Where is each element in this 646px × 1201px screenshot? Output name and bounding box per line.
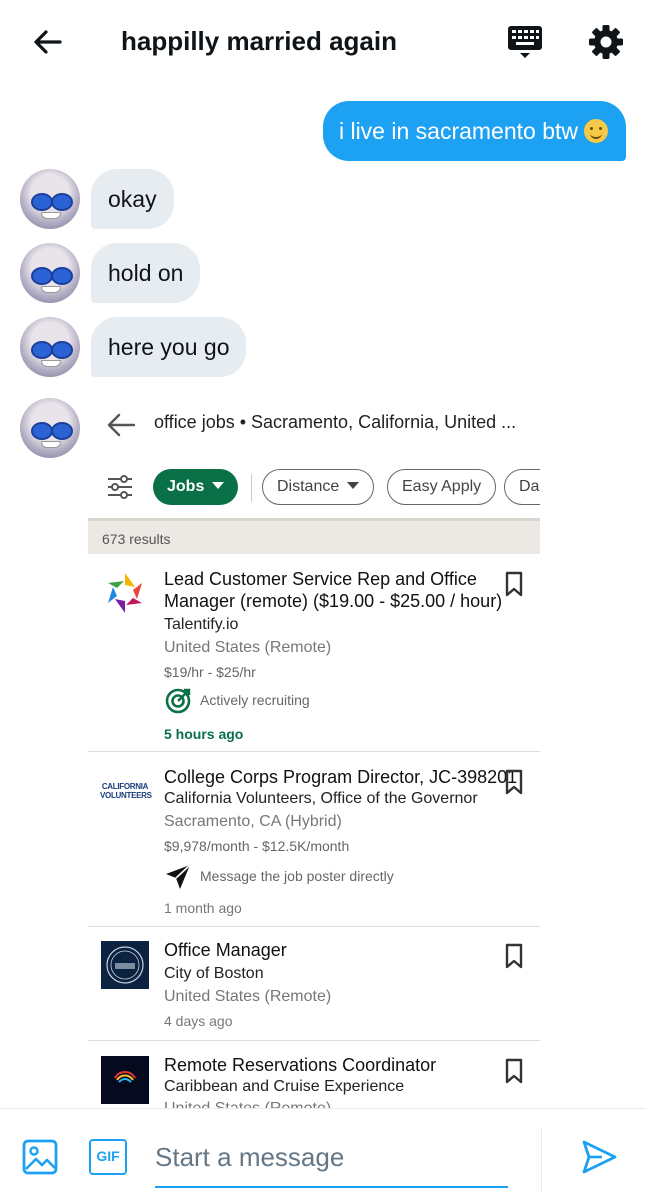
message-input[interactable]: Start a message	[155, 1128, 508, 1188]
job-insight: Message the job poster directly	[164, 862, 394, 890]
city-of-boston-seal-logo	[101, 941, 149, 989]
incoming-message-text: hold on	[108, 260, 184, 286]
avatar[interactable]	[20, 243, 80, 303]
job-title: Lead Customer Service Rep and Office Man…	[164, 569, 503, 611]
filter-sliders-icon	[108, 475, 132, 499]
filter-bar: Jobs Distance Easy Apply Da	[88, 460, 540, 512]
job-location: United States (Remote)	[164, 988, 332, 1005]
job-salary: $19/hr - $25/hr	[164, 664, 256, 680]
incoming-message-bubble[interactable]: hold on	[91, 243, 201, 303]
job-search-bar: office jobs • Sacramento, California, Un…	[88, 398, 540, 454]
date-filter-chip: Da	[504, 469, 540, 505]
smiling-face-emoji-icon	[584, 119, 608, 143]
caret-down-icon	[347, 482, 360, 489]
target-icon	[165, 688, 191, 714]
job-insight: Actively recruiting	[164, 686, 310, 714]
incoming-message-bubble[interactable]: okay	[91, 169, 174, 229]
gif-button[interactable]: GIF	[89, 1139, 127, 1175]
job-insight-text: Actively recruiting	[200, 692, 310, 708]
job-title: College Corps Program Director, JC-39820…	[164, 767, 518, 787]
divider	[88, 751, 540, 752]
job-location: Sacramento, CA (Hybrid)	[164, 813, 342, 830]
job-company: Talentify.io	[164, 616, 239, 633]
outgoing-message-bubble[interactable]: i live in sacramento btw	[322, 101, 626, 161]
filter-divider	[251, 474, 252, 502]
caret-down-icon	[212, 482, 225, 489]
bookmark-icon	[505, 1058, 523, 1084]
easy-apply-filter-chip: Easy Apply	[387, 469, 497, 505]
job-location: United States (Remote)	[164, 639, 332, 656]
bookmark-icon	[505, 571, 523, 597]
bookmark-icon	[505, 769, 523, 795]
avatar[interactable]	[20, 398, 80, 458]
composer-divider	[541, 1128, 542, 1192]
search-query-text: office jobs • Sacramento, California, Un…	[154, 412, 517, 432]
back-arrow-icon[interactable]	[30, 24, 66, 60]
job-posted-time: 5 hours ago	[164, 726, 244, 742]
settings-gear-icon[interactable]	[586, 22, 626, 62]
avatar[interactable]	[20, 317, 80, 377]
avatar[interactable]	[20, 169, 80, 229]
job-company: Caribbean and Cruise Experience	[164, 1078, 405, 1095]
outgoing-message-text: i live in sacramento btw	[338, 118, 578, 144]
results-count: 673 results	[88, 518, 540, 554]
jobs-filter-chip: Jobs	[153, 469, 239, 505]
california-volunteers-logo: CALIFORNIA VOLUNTEERS	[100, 782, 152, 800]
incoming-message-text: here you go	[108, 334, 230, 360]
job-posted-time: 4 days ago	[164, 1013, 233, 1029]
job-location: United States (Remote)	[164, 1100, 331, 1108]
talentify-logo	[108, 573, 142, 613]
job-company: California Volunteers, Office of the Gov…	[164, 790, 478, 807]
incoming-message-bubble[interactable]: here you go	[91, 317, 247, 377]
keyboard-icon[interactable]	[504, 22, 546, 62]
job-company: City of Boston	[164, 965, 264, 982]
divider	[88, 926, 540, 927]
shared-screenshot-card[interactable]: office jobs • Sacramento, California, Un…	[88, 398, 540, 1108]
send-message-icon	[166, 864, 191, 890]
conversation-title[interactable]: happilly married again	[121, 24, 397, 58]
send-icon[interactable]	[580, 1138, 618, 1176]
distance-filter-chip: Distance	[262, 469, 375, 505]
caribbean-cruise-logo	[101, 1056, 149, 1104]
back-arrow-icon	[107, 413, 136, 437]
divider	[88, 1040, 540, 1041]
bookmark-icon	[505, 943, 523, 969]
job-title: Remote Reservations Coordinator	[164, 1055, 437, 1075]
job-posted-time: 1 month ago	[164, 900, 242, 916]
job-salary: $9,978/month - $12.5K/month	[164, 838, 350, 854]
incoming-message-text: okay	[108, 186, 157, 212]
gif-icon: GIF	[96, 1148, 120, 1164]
image-icon[interactable]	[22, 1139, 58, 1175]
job-insight-text: Message the job poster directly	[200, 868, 394, 884]
job-title: Office Manager	[164, 940, 287, 960]
